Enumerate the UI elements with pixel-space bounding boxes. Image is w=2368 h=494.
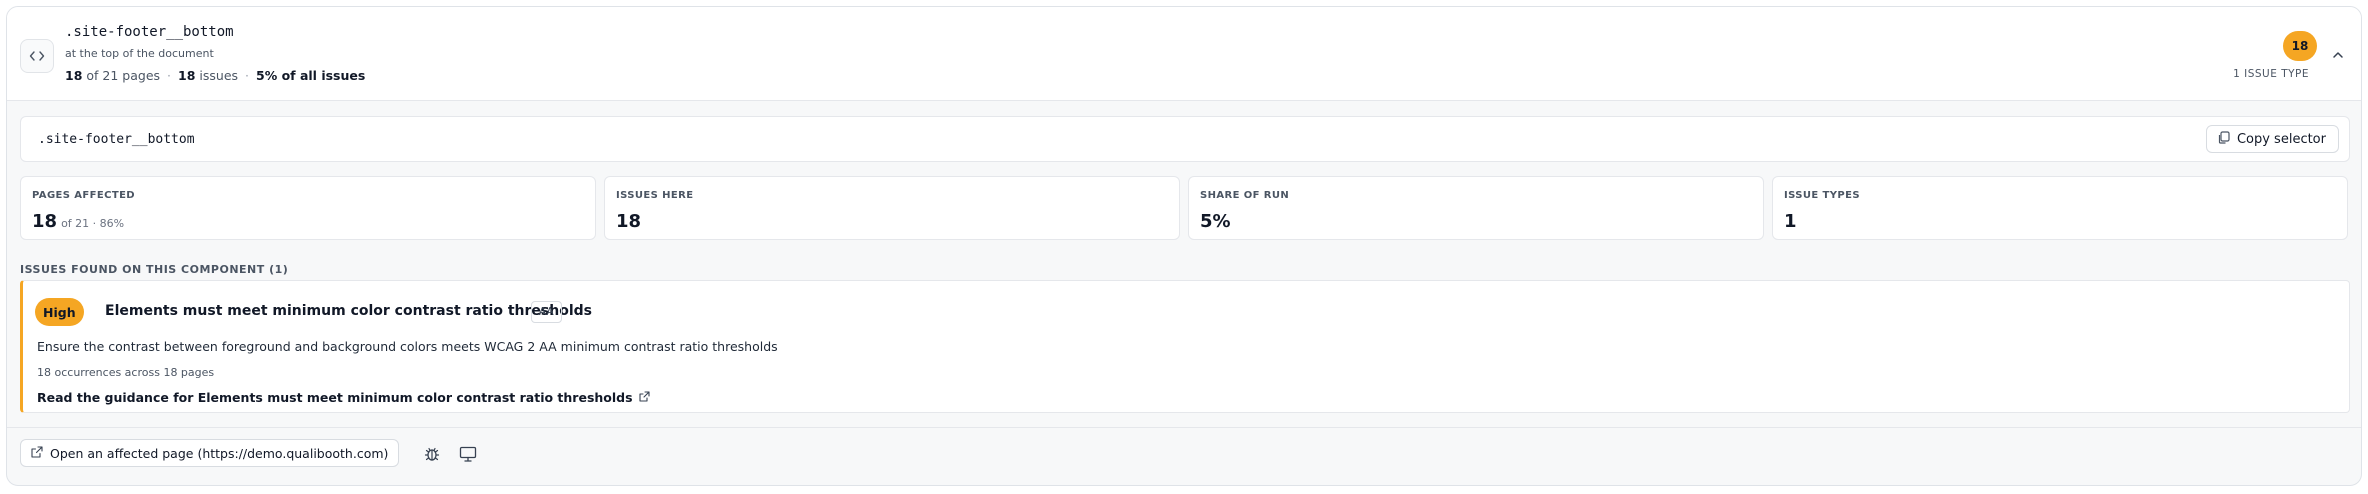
selector-box: .site-footer__bottom Copy selector bbox=[20, 116, 2350, 162]
external-link-icon bbox=[638, 390, 650, 405]
severity-badge: High bbox=[35, 298, 84, 326]
issues-count: 18 bbox=[178, 68, 196, 83]
open-affected-page-label: Open an affected page (https://demo.qual… bbox=[50, 445, 389, 461]
external-link-icon bbox=[31, 445, 43, 461]
pages-total-text: of 21 pages bbox=[86, 68, 161, 83]
pages-affected-count: 18 bbox=[65, 68, 83, 83]
stat-value: 18 of 21 · 86% bbox=[32, 211, 125, 232]
chevron-up-icon[interactable] bbox=[2330, 47, 2346, 63]
code-icon bbox=[20, 39, 54, 73]
stat-value: 1 bbox=[1784, 211, 1797, 232]
issues-word: issues bbox=[199, 68, 239, 83]
guidance-link[interactable]: Read the guidance for Elements must meet… bbox=[37, 390, 650, 405]
share-of-issues: 5% of all issues bbox=[256, 68, 366, 83]
issue-title: Elements must meet minimum color contras… bbox=[105, 303, 592, 319]
stat-share-of-run: SHARE OF RUN 5% bbox=[1188, 176, 1764, 240]
issue-item: High Elements must meet minimum color co… bbox=[20, 280, 2350, 413]
stat-value: 5% bbox=[1200, 211, 1231, 232]
copy-selector-button[interactable]: Copy selector bbox=[2205, 125, 2339, 153]
component-header[interactable]: .site-footer__bottom at the top of the d… bbox=[7, 7, 2361, 101]
stat-issue-types: ISSUE TYPES 1 bbox=[1772, 176, 2348, 240]
component-selector-title: .site-footer__bottom bbox=[65, 24, 234, 40]
issues-section-heading: ISSUES FOUND ON THIS COMPONENT (1) bbox=[20, 263, 289, 276]
stat-extra: of 21 · 86% bbox=[61, 217, 125, 230]
selector-code: .site-footer__bottom bbox=[38, 132, 195, 147]
issue-count-badge: 18 bbox=[2283, 31, 2317, 61]
bug-icon[interactable] bbox=[422, 444, 442, 464]
footer-divider bbox=[7, 427, 2361, 428]
issue-occurrences: 18 occurrences across 18 pages bbox=[37, 366, 215, 379]
issue-description: Ensure the contrast between foreground a… bbox=[37, 339, 778, 354]
component-card: .site-footer__bottom at the top of the d… bbox=[6, 6, 2362, 486]
stat-label: SHARE OF RUN bbox=[1200, 190, 1290, 201]
component-location: at the top of the document bbox=[65, 47, 214, 60]
issue-type-label: 1 ISSUE TYPE bbox=[2233, 68, 2309, 80]
stat-value: 18 bbox=[616, 211, 642, 232]
stat-pages-affected: PAGES AFFECTED 18 of 21 · 86% bbox=[20, 176, 596, 240]
copy-selector-label: Copy selector bbox=[2236, 131, 2326, 147]
open-affected-page-button[interactable]: Open an affected page (https://demo.qual… bbox=[20, 439, 400, 467]
component-summary: 18 of 21 pages · 18 issues · 5% of all issue… bbox=[65, 68, 366, 83]
copy-icon bbox=[2217, 130, 2230, 148]
stat-issues-here: ISSUES HERE 18 bbox=[604, 176, 1180, 240]
stat-label: ISSUE TYPES bbox=[1784, 190, 1860, 201]
monitor-icon[interactable] bbox=[458, 444, 478, 464]
wcag-level-badge: AA bbox=[531, 301, 562, 323]
guidance-link-label[interactable]: Read the guidance for Elements must meet… bbox=[37, 390, 633, 405]
stat-label: PAGES AFFECTED bbox=[32, 190, 135, 201]
stat-label: ISSUES HERE bbox=[616, 190, 694, 201]
